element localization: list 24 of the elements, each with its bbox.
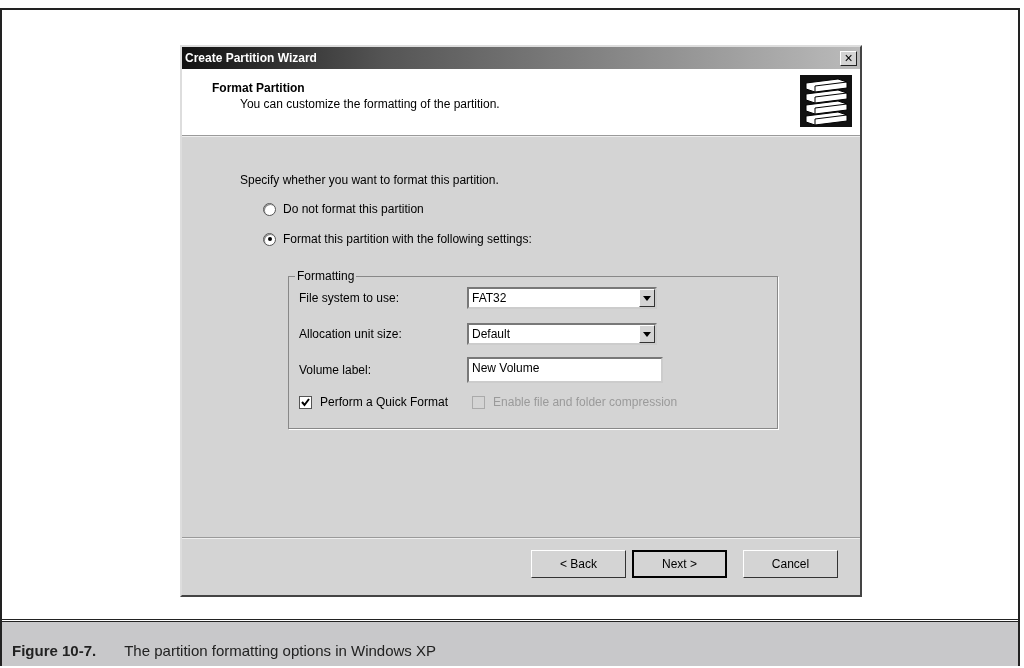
checkmark-icon [301, 397, 310, 407]
dropdown-field[interactable]: Default [467, 323, 657, 345]
page-subtitle: You can customize the formatting of the partition. [240, 97, 500, 111]
caption-text: The partition formatting options in Windows XP [124, 642, 437, 659]
wizard-button[interactable]: Cancel [743, 550, 838, 578]
group-legend: Formatting [295, 269, 357, 283]
field-label: File system to use: [299, 291, 401, 305]
field-label: Allocation unit size: [299, 327, 403, 341]
field-label: Volume label: [299, 363, 373, 377]
radio-option[interactable]: Do not format this partition [263, 201, 860, 217]
radio-option[interactable]: Format this partition with the following settings: [263, 231, 860, 247]
wizard-button[interactable]: < Back [531, 550, 626, 578]
stacked-disks-icon [800, 75, 852, 127]
caret-icon [643, 331, 651, 337]
window-title: Create Partition Wizard [185, 51, 317, 65]
instruction-text: Specify whether you want to format this partition. [240, 173, 500, 187]
wizard-button[interactable]: Next > [632, 550, 727, 578]
page-title: Format Partition [212, 81, 306, 95]
input-field[interactable]: New Volume [467, 357, 663, 383]
figure-number: Figure 10-7. [12, 642, 97, 659]
close-button[interactable]: × [840, 50, 857, 66]
caret-icon [643, 295, 651, 301]
checkbox-option[interactable]: Perform a Quick Format [299, 395, 449, 409]
dropdown-field[interactable]: FAT32 [467, 287, 657, 309]
